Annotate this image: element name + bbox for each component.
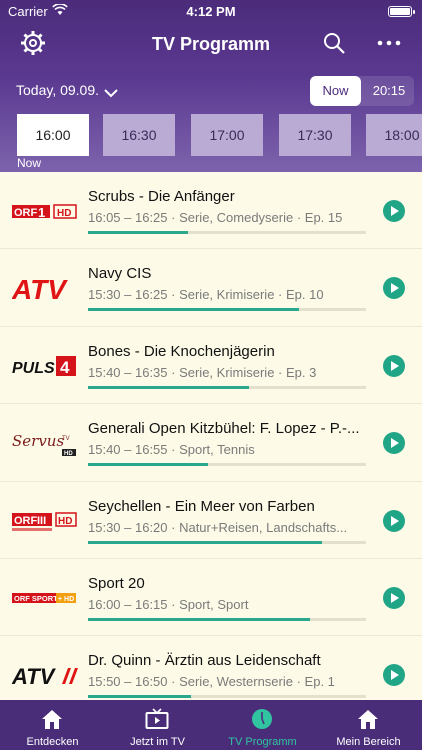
date-bar: Today, 09.09. Now 20:15 [0, 66, 422, 114]
list-item[interactable]: Servus TV HD Generali Open Kitzbühel: F. L… [0, 404, 422, 482]
date-selector[interactable]: Today, 09.09. [16, 82, 99, 98]
play-icon[interactable] [383, 587, 405, 609]
play-icon[interactable] [383, 277, 405, 300]
segment-now[interactable]: Now [310, 76, 361, 106]
search-icon[interactable] [322, 31, 346, 55]
svg-text:HD: HD [57, 208, 71, 219]
play-icon[interactable] [383, 664, 405, 687]
tab-label: Jetzt im TV [130, 736, 185, 748]
program-title: Scrubs - Die Anfänger [88, 188, 235, 205]
svg-text:TV: TV [62, 436, 70, 442]
list-item[interactable]: ATV Dr. Quinn - Ärztin aus Leidenschaft … [0, 636, 422, 700]
svg-text:ORF: ORF [14, 515, 38, 527]
time-segmented-control: Now 20:15 [310, 76, 414, 106]
atv2-logo: ATV [11, 660, 78, 690]
orf3-logo: ORF III HD [12, 506, 78, 536]
list-item[interactable]: ATV Navy CIS 15:30 – 16:25 · Serie, Krim… [0, 249, 422, 327]
program-meta: 15:30 – 16:25 · Serie, Krimiserie · Ep. … [88, 287, 324, 303]
tab-jetzt-im-tv[interactable]: Jetzt im TV [105, 700, 210, 750]
svg-text:HD: HD [58, 516, 72, 527]
program-title: Dr. Quinn - Ärztin aus Leidenschaft [88, 652, 321, 670]
program-list: ORF 1 HD Scrubs - Die Anfänger 16:05 – 16:… [0, 172, 422, 700]
time-slot[interactable]: 16:00 [17, 114, 89, 156]
house-icon [356, 708, 380, 730]
servustv-logo: Servus TV HD [12, 428, 78, 458]
puls4-logo: PULS 4 [12, 351, 78, 381]
battery-icon [388, 6, 415, 17]
progress-bar [88, 618, 366, 621]
header-area: Carrier 4:12 PM TV Programm Today, 09.09… [0, 0, 422, 172]
program-title: Bones - Die Knochenjägerin [88, 342, 275, 360]
svg-text:Servus: Servus [12, 432, 64, 450]
svg-text:1: 1 [38, 205, 45, 220]
tab-label: Mein Bereich [336, 736, 401, 748]
svg-text:ORF SPORT: ORF SPORT [14, 594, 58, 603]
progress-bar [88, 385, 366, 389]
time-slot[interactable]: 17:00 [191, 114, 263, 156]
progress-bar [88, 308, 366, 312]
progress-bar [88, 231, 366, 234]
now-label: Now [17, 156, 42, 170]
svg-text:ATV: ATV [12, 664, 57, 689]
progress-fill [88, 618, 311, 621]
chevron-down-icon[interactable] [104, 85, 118, 98]
tab-label: TV Programm [228, 736, 297, 748]
program-meta: 16:05 – 16:25 · Serie, Comedyserie · Ep.… [88, 210, 343, 225]
tab-tv-programm[interactable]: TV Programm [210, 700, 315, 750]
program-title: Seychellen - Ein Meer von Farben [88, 497, 315, 515]
list-item[interactable]: ORF 1 HD Scrubs - Die Anfänger 16:05 – 16:… [0, 172, 422, 250]
progress-fill [88, 231, 189, 234]
list-item[interactable]: PULS 4 Bones - Die Knochenjägerin 15:40 –… [0, 327, 422, 405]
orf-sport-logo: ORF SPORT + HD [12, 583, 78, 613]
atv-logo: ATV [11, 273, 78, 305]
play-icon[interactable] [383, 354, 405, 377]
progress-fill [88, 385, 250, 389]
svg-text:PULS: PULS [12, 360, 55, 377]
clock: 4:12 PM [186, 4, 236, 19]
svg-text:HD: HD [64, 451, 73, 457]
tab-mein-bereich[interactable]: Mein Bereich [316, 700, 421, 750]
svg-text:+ HD: + HD [58, 596, 74, 603]
page-title: TV Programm [151, 34, 271, 54]
svg-text:4: 4 [60, 358, 70, 377]
svg-text:ORF: ORF [14, 207, 38, 219]
progress-fill [88, 463, 208, 467]
play-icon[interactable] [383, 509, 405, 532]
progress-fill [88, 695, 191, 699]
program-meta: 15:40 – 16:35 · Serie, Krimiserie · Ep. … [88, 364, 317, 380]
more-icon[interactable] [376, 31, 402, 55]
clock-icon [250, 708, 274, 730]
nav-bar: TV Programm [0, 22, 422, 66]
program-meta: 15:40 – 16:55 · Sport, Tennis [88, 442, 255, 458]
program-meta: 15:30 – 16:20 · Natur+Reisen, Landschaft… [88, 519, 348, 535]
program-title: Sport 20 [88, 575, 145, 592]
time-slot[interactable]: 17:30 [279, 114, 351, 156]
tab-bar: Entdecken Jetzt im TV TV Programm Mein B… [0, 700, 422, 750]
progress-bar [88, 540, 366, 544]
tv-icon [145, 708, 169, 730]
program-title: Navy CIS [88, 265, 152, 283]
program-meta: 16:00 – 16:15 · Sport, Sport [88, 597, 249, 612]
list-item[interactable]: ORF SPORT + HD Sport 20 16:00 – 16:15 · S… [0, 559, 422, 637]
orf1-logo: ORF 1 HD [12, 196, 78, 226]
tab-entdecken[interactable]: Entdecken [0, 700, 105, 750]
time-slot[interactable]: 18:00 [366, 114, 422, 156]
program-title: Generali Open Kitzbühel: F. Lopez - P.-.… [88, 420, 360, 438]
play-icon[interactable] [383, 432, 405, 455]
tab-label: Entdecken [26, 736, 79, 748]
segment-2015[interactable]: 20:15 [364, 76, 414, 106]
play-icon[interactable] [383, 200, 405, 222]
list-item[interactable]: ORF III HD Seychellen - Ein Meer von Farbe… [0, 482, 422, 559]
progress-bar [88, 463, 366, 467]
time-slot-strip: 16:00 16:30 17:00 17:30 18:00 Now [0, 114, 422, 172]
progress-bar [88, 695, 366, 699]
time-slot[interactable]: 16:30 [103, 114, 175, 156]
svg-text:ATV: ATV [12, 274, 68, 303]
status-bar: Carrier 4:12 PM [0, 0, 422, 22]
program-meta: 15:50 – 16:50 · Serie, Westernserie · Ep… [88, 674, 335, 690]
svg-text:III: III [37, 515, 46, 527]
progress-fill [88, 540, 322, 544]
progress-fill [88, 308, 300, 312]
home-icon [40, 708, 64, 730]
